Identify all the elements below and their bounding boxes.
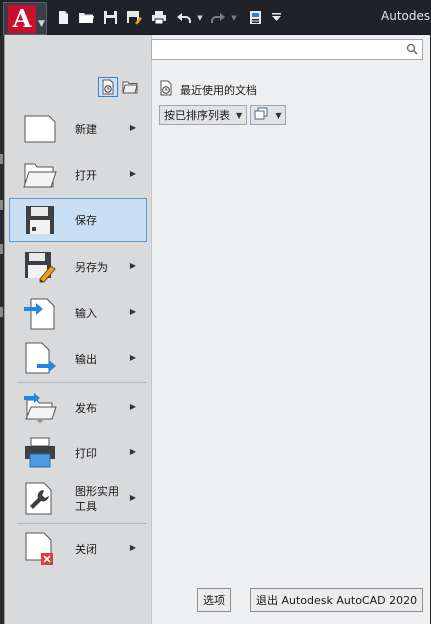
menu-item-export[interactable]: 输出 ▶	[9, 337, 147, 381]
new-icon[interactable]	[55, 9, 72, 26]
menu-divider	[17, 382, 147, 383]
sort-order-dropdown[interactable]: 按已排序列表 ▼	[159, 105, 248, 125]
menu-item-label: 发布	[75, 401, 97, 415]
chevron-down-icon: ▼	[275, 110, 282, 120]
chevron-right-icon: ▶	[129, 123, 136, 132]
menu-item-label: 图形实用 工具	[75, 485, 119, 513]
redo-icon[interactable]	[209, 9, 226, 26]
options-button[interactable]: 选项	[197, 588, 231, 612]
redo-dropdown-icon[interactable]: ▼	[229, 9, 239, 26]
chevron-down-icon: ▼	[236, 110, 243, 120]
menu-item-label: 新建	[75, 122, 97, 136]
publish-icon	[22, 390, 58, 426]
recent-documents-icon	[159, 80, 174, 99]
application-menu-button[interactable]: A ▼	[3, 2, 47, 35]
chevron-right-icon: ▶	[129, 543, 136, 552]
menu-item-drawing-utilities[interactable]: 图形实用 工具 ▶	[9, 477, 147, 521]
menu-item-new[interactable]: 新建 ▶	[9, 107, 147, 151]
chevron-right-icon: ▶	[129, 402, 136, 411]
exit-button-label: 退出 Autodesk AutoCAD 2020	[256, 594, 418, 607]
recent-documents-title: 最近使用的文档	[180, 83, 257, 97]
wrench-icon	[22, 481, 58, 517]
save-icon	[22, 202, 58, 238]
sort-order-value: 按已排序列表	[164, 109, 230, 122]
undo-dropdown-icon[interactable]: ▼	[195, 9, 205, 26]
import-icon	[22, 295, 58, 331]
menu-item-print[interactable]: 打印 ▶	[9, 431, 147, 475]
save-icon[interactable]	[102, 9, 119, 26]
menu-item-label: 另存为	[75, 260, 108, 274]
app-title: Autodesk	[381, 9, 431, 23]
menu-item-open[interactable]: 打开 ▶	[9, 153, 147, 197]
chevron-right-icon: ▶	[129, 493, 136, 502]
quick-access-toolbar: A ▼ ▼ ▼ Autodesk	[0, 0, 431, 35]
menu-item-import[interactable]: 输入 ▶	[9, 291, 147, 335]
search-input[interactable]	[151, 39, 423, 60]
undo-icon[interactable]	[175, 9, 192, 26]
menu-item-label: 关闭	[75, 542, 97, 556]
menu-item-save[interactable]: 保存	[9, 198, 147, 242]
customize-dropdown-icon[interactable]	[268, 9, 285, 26]
exit-autocad-button[interactable]: 退出 Autodesk AutoCAD 2020	[250, 588, 424, 612]
icon-view-icon	[254, 107, 268, 123]
chevron-right-icon: ▶	[129, 261, 136, 270]
search-field[interactable]	[155, 41, 405, 58]
open-documents-toggle[interactable]	[120, 77, 140, 97]
export-icon	[22, 341, 58, 377]
menu-item-label: 打开	[75, 168, 97, 182]
plot-icon[interactable]	[150, 9, 167, 26]
chevron-right-icon: ▶	[129, 307, 136, 316]
new-icon	[22, 111, 58, 147]
menu-item-label: 打印	[75, 446, 97, 460]
autocad-logo-icon: A	[8, 4, 36, 33]
recent-documents-header: 最近使用的文档	[159, 80, 257, 99]
workspace-icon[interactable]	[247, 9, 264, 26]
menu-item-close[interactable]: 关闭 ▶	[9, 527, 147, 571]
save-as-icon	[22, 249, 58, 285]
open-icon[interactable]	[78, 9, 95, 26]
chevron-down-icon: ▼	[38, 18, 45, 29]
menu-item-label: 输出	[75, 352, 97, 366]
printer-icon	[22, 435, 58, 471]
application-menu-panel: 新建 ▶ 打开 ▶ 保存 另存为 ▶ 输入 ▶ 输出 ▶ 发布 ▶ 打印 ▶ 图…	[4, 35, 430, 624]
chevron-right-icon: ▶	[129, 169, 136, 178]
options-button-label: 选项	[203, 594, 225, 607]
open-folder-icon	[22, 157, 58, 193]
recent-open-toggle	[98, 77, 140, 97]
chevron-right-icon: ▶	[129, 353, 136, 362]
menu-item-save-as[interactable]: 另存为 ▶	[9, 245, 147, 289]
menu-item-label: 保存	[75, 213, 97, 227]
recent-documents-toggle[interactable]	[98, 77, 118, 97]
search-icon[interactable]	[406, 43, 420, 57]
menu-item-publish[interactable]: 发布 ▶	[9, 386, 147, 430]
menu-divider	[17, 523, 147, 524]
display-mode-dropdown[interactable]: ▼	[250, 105, 286, 125]
chevron-right-icon: ▶	[129, 447, 136, 456]
close-document-icon	[22, 531, 58, 567]
save-as-icon[interactable]	[125, 9, 142, 26]
menu-item-label: 输入	[75, 306, 97, 320]
